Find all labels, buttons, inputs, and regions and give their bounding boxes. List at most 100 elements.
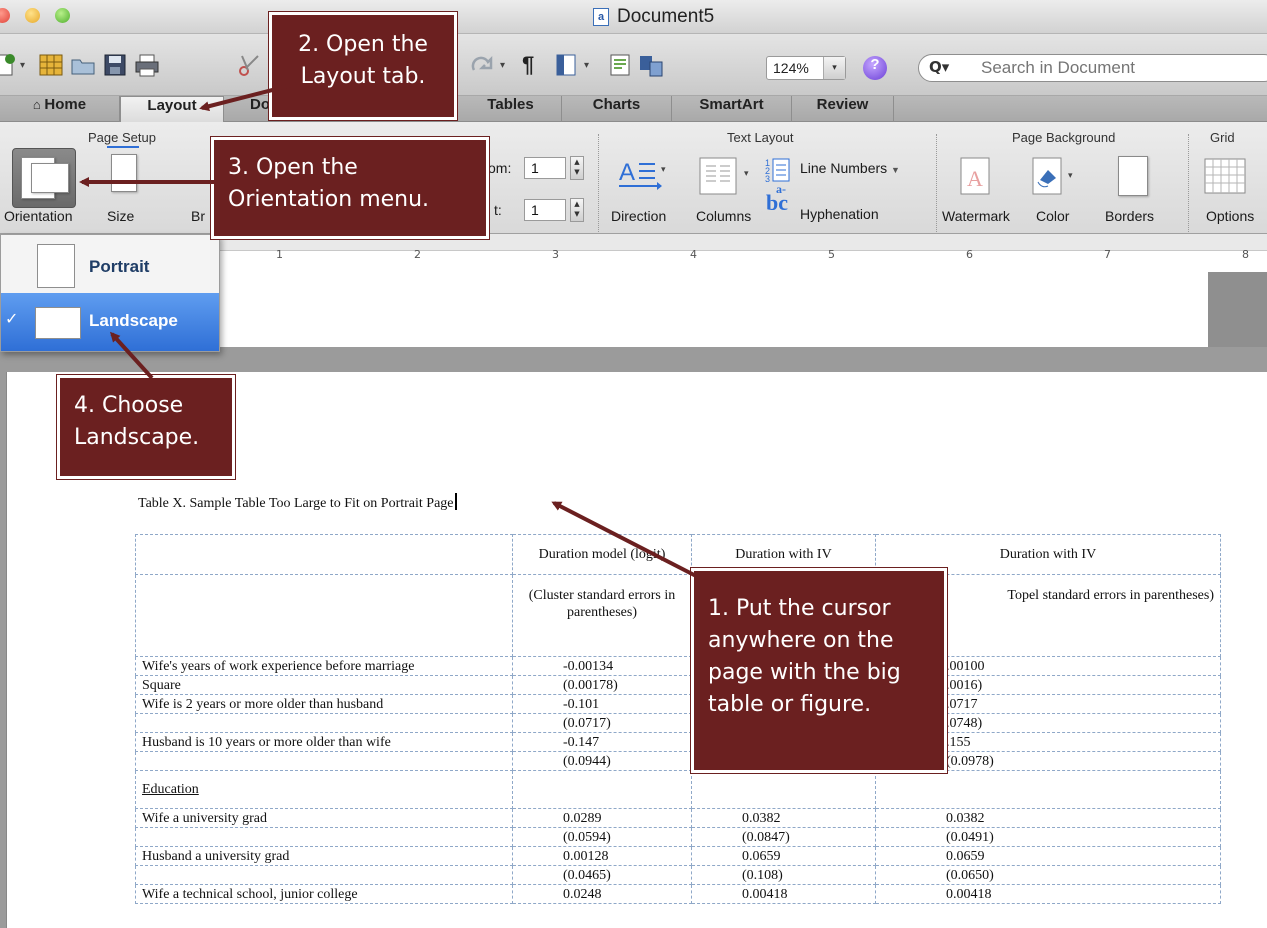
watermark-icon[interactable]: A (958, 156, 992, 196)
checkmark-icon: ✓ (5, 309, 19, 328)
table-row: Husband is 10 years or more older than w… (135, 732, 1221, 752)
tab-charts[interactable]: Charts (562, 96, 672, 122)
table-caption[interactable]: Table X. Sample Table Too Large to Fit o… (138, 493, 457, 512)
svg-text:▾: ▾ (744, 168, 749, 178)
line-numbers-icon[interactable]: 123 (765, 156, 795, 184)
zoom-select[interactable]: 124% ▾ (766, 56, 846, 80)
table-body: Wife's years of work experience before m… (135, 656, 1221, 904)
tab-layout[interactable]: Layout (120, 96, 224, 122)
callout-step-3: 3. Open the Orientation menu. (210, 136, 490, 240)
search-box[interactable]: Q▾ (918, 54, 1267, 82)
open-folder-icon[interactable] (70, 52, 96, 78)
help-button[interactable]: ? (863, 56, 887, 80)
table-row: (0.0717) .0748) (135, 713, 1221, 733)
row-label (135, 751, 513, 771)
show-formatting-icon[interactable]: ¶ (522, 52, 534, 78)
table-cell: 0.0659 (691, 846, 876, 866)
callout-step-4: 4. Choose Landscape. (56, 374, 236, 480)
table-row: Wife is 2 years or more older than husba… (135, 694, 1221, 714)
size-button[interactable] (107, 146, 139, 192)
save-icon[interactable] (102, 52, 128, 78)
redo-dropdown-icon[interactable]: ▾ (500, 60, 505, 71)
page-header-area[interactable] (220, 272, 1208, 347)
tab-smartart[interactable]: SmartArt (672, 96, 792, 122)
print-icon[interactable] (134, 52, 160, 78)
text-direction-icon[interactable]: A ▾ (617, 154, 667, 194)
menu-item-landscape[interactable]: ✓ Landscape (1, 293, 219, 351)
tab-review[interactable]: Review (792, 96, 894, 122)
line-numbers-dropdown-icon: ▼ (891, 165, 900, 175)
row-label (135, 865, 513, 885)
callout-step-1: 1. Put the cursor anywhere on the page w… (690, 567, 948, 774)
ribbon-tabs: ⌂ Home Layout Do Tables Charts SmartArt … (0, 96, 1267, 122)
table-cell: 0.00418 (875, 884, 1221, 904)
table-cell: 0.0289 (512, 808, 692, 828)
search-input[interactable] (981, 56, 1261, 80)
document-title: Document5 (617, 6, 715, 27)
tab-tables[interactable]: Tables (460, 96, 562, 122)
orientation-button[interactable] (12, 148, 76, 208)
row-label: Wife a university grad (135, 808, 513, 828)
hyphenation-a-glyph: a- (776, 182, 786, 196)
svg-text:A: A (967, 166, 983, 191)
hyphenation-label[interactable]: Hyphenation (800, 206, 879, 222)
sidebar-toggle-icon[interactable] (553, 52, 579, 78)
margin-bottom-input[interactable]: 1 (524, 157, 566, 179)
menu-item-portrait[interactable]: Portrait (1, 237, 219, 295)
cut-icon[interactable] (236, 52, 262, 78)
direction-label: Direction (611, 208, 667, 224)
sidebar-dropdown-icon[interactable]: ▾ (584, 60, 589, 71)
line-numbers-button[interactable]: Line Numbers ▼ (800, 160, 900, 176)
landscape-label: Landscape (89, 311, 178, 330)
table-cell (691, 770, 876, 809)
row-label: Wife a technical school, junior college (135, 884, 513, 904)
ruler-mark: 8 (1242, 248, 1249, 261)
table-cell: (0.0944) (512, 751, 692, 771)
search-icon[interactable]: Q▾ (929, 58, 949, 76)
table-cell: (0.0594) (512, 827, 692, 847)
breaks-label[interactable]: Br (191, 208, 205, 224)
orientation-label: Orientation (4, 208, 73, 224)
group-separator (1188, 134, 1189, 232)
callout-step-2: 2. Open the Layout tab. (268, 11, 458, 121)
redo-icon[interactable] (470, 52, 496, 78)
group-title-page-setup: Page Setup (88, 130, 156, 145)
table-cell: 0.00128 (512, 846, 692, 866)
table-subheader-row: (Cluster standard errors in parentheses)… (135, 574, 1221, 657)
row-label: Wife's years of work experience before m… (135, 656, 513, 676)
table-cell (875, 770, 1221, 809)
size-page-icon (111, 154, 137, 192)
table-cell: -0.00134 (512, 656, 692, 676)
table-header: Duration model (logit) (512, 534, 692, 575)
results-table[interactable]: Duration model (logit) Duration with IV … (135, 534, 1221, 904)
margin-bottom-stepper[interactable]: ▲ ▼ (570, 156, 584, 180)
table-cell: 0.0659 (875, 846, 1221, 866)
row-label: Husband is 10 years or more older than w… (135, 732, 513, 752)
gallery-icon[interactable] (607, 52, 633, 78)
zoom-dropdown-icon[interactable]: ▾ (823, 57, 845, 79)
zoom-window-button[interactable] (55, 8, 70, 23)
new-document-icon[interactable] (0, 52, 18, 78)
landscape-page-icon (35, 307, 81, 339)
margin-right-stepper[interactable]: ▲ ▼ (570, 198, 584, 222)
page-color-icon[interactable]: ▾ (1030, 156, 1078, 196)
table-cell: (0.00178) (512, 675, 692, 695)
close-window-button[interactable] (0, 8, 10, 23)
minimize-window-button[interactable] (25, 8, 40, 23)
table-cell: (0.0650) (875, 865, 1221, 885)
columns-icon[interactable]: ▾ (698, 156, 758, 196)
borders-icon[interactable] (1118, 156, 1148, 196)
svg-text:3: 3 (765, 174, 770, 184)
row-label (135, 827, 513, 847)
group-title-grid: Grid (1210, 130, 1235, 145)
margin-right-input[interactable]: 1 (524, 199, 566, 221)
zoom-value: 124% (773, 60, 809, 76)
margin-right-label: t: (494, 202, 502, 218)
table-row: Wife a technical school, junior college 0… (135, 884, 1221, 904)
grid-options-icon[interactable] (1204, 158, 1246, 194)
tab-home[interactable]: ⌂ Home (0, 96, 120, 122)
new-dropdown-icon[interactable]: ▾ (20, 60, 25, 71)
templates-gallery-icon[interactable] (38, 52, 64, 78)
toolbox-icon[interactable] (638, 52, 664, 78)
size-label: Size (107, 208, 135, 224)
